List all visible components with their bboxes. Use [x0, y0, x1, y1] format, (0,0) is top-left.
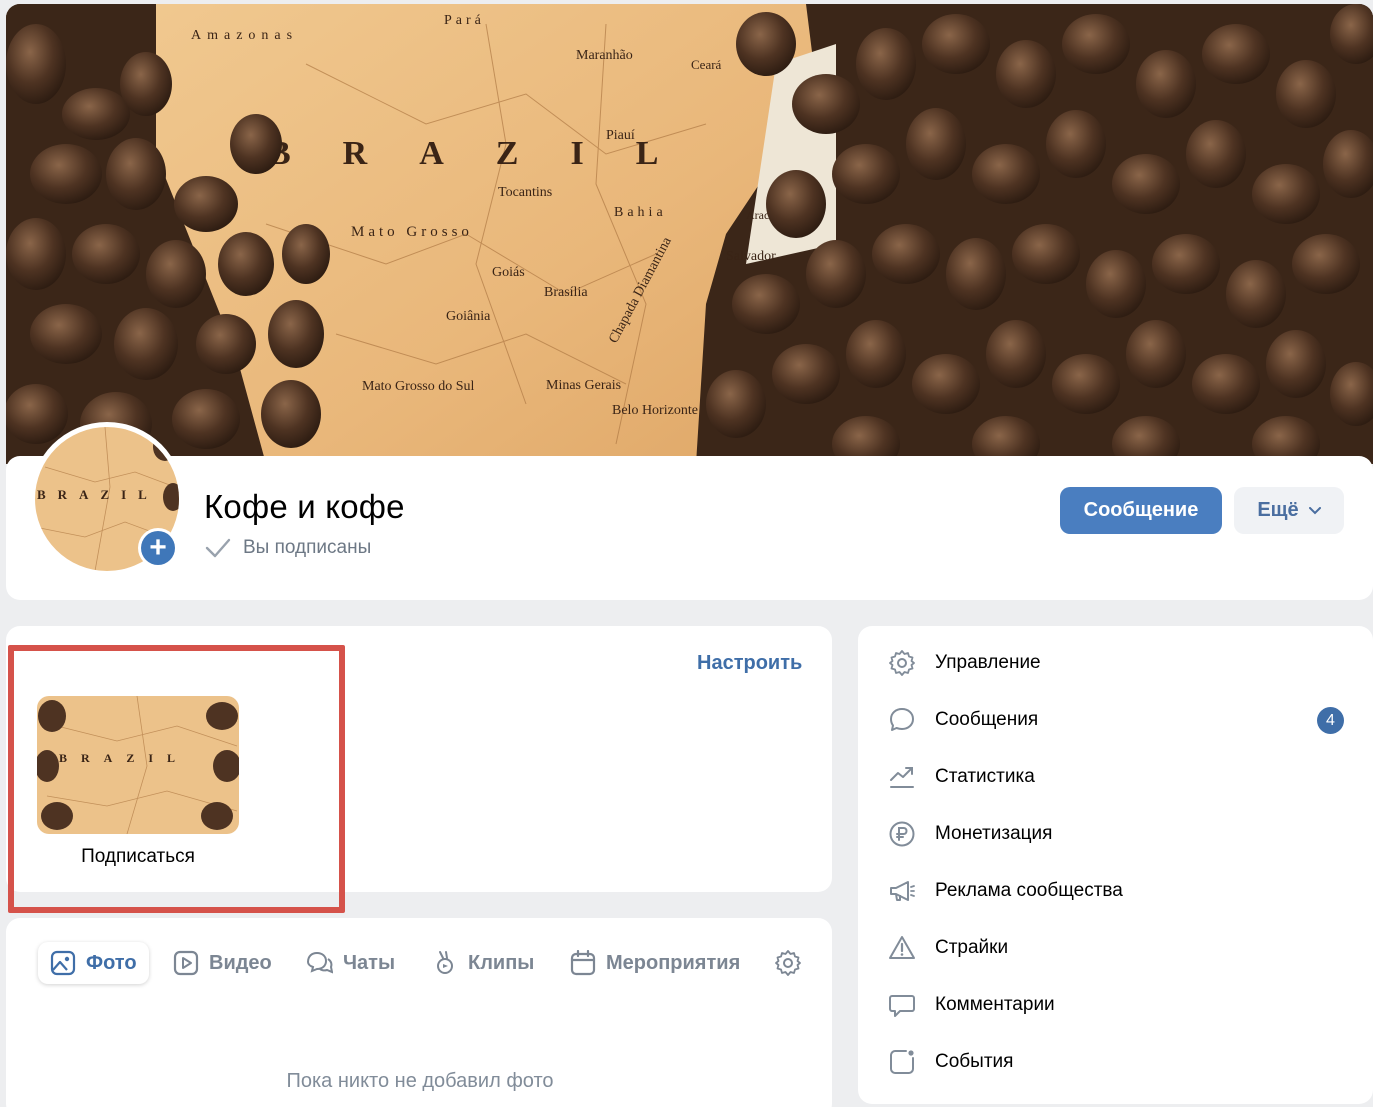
map-label: Amazonas	[191, 28, 298, 43]
more-button[interactable]: Ещё	[1234, 487, 1344, 534]
map-label: Minas Gerais	[546, 378, 621, 393]
menu-item-comments[interactable]: Комментарии	[886, 987, 1356, 1023]
map-label: Mato Grosso	[351, 224, 473, 240]
ruble-icon	[889, 821, 915, 847]
message-icon	[890, 708, 914, 731]
chats-icon	[306, 951, 333, 974]
configure-link[interactable]: Настроить	[697, 652, 802, 675]
menu-item-label: События	[935, 1051, 1014, 1072]
map-label: Mato Grosso do Sul	[362, 379, 475, 394]
chart-icon	[890, 767, 914, 788]
page-title: Кофе и кофе	[204, 488, 405, 525]
admin-menu	[858, 626, 1373, 1104]
map-label: Pará	[444, 13, 485, 28]
map-label: Belo Horizonte	[612, 403, 698, 418]
menu-item-community-ads[interactable]: Реклама сообщества	[886, 873, 1356, 909]
photo-icon	[50, 950, 76, 976]
tab-label: Фото	[86, 951, 137, 974]
map-label: Bahia	[614, 205, 667, 220]
events-icon	[890, 1050, 914, 1074]
tab-label: Видео	[209, 951, 272, 974]
message-button[interactable]: Сообщение	[1060, 487, 1222, 534]
subscribe-widget-label[interactable]: Подписаться	[38, 846, 238, 868]
menu-item-label: Комментарии	[935, 994, 1055, 1015]
menu-item-management[interactable]: Управление	[886, 645, 1356, 681]
menu-item-messages[interactable]: Сообщения	[886, 702, 1356, 738]
map-label: Ceará	[691, 57, 722, 72]
warning-icon	[889, 936, 915, 959]
map-label: Maranhão	[576, 48, 633, 63]
menu-item-statistics[interactable]: Статистика	[886, 759, 1356, 795]
map-label: Tocantins	[498, 185, 552, 200]
gear-icon	[775, 950, 801, 976]
menu-item-label: Статистика	[935, 766, 1035, 787]
megaphone-icon	[890, 881, 915, 901]
gear-icon	[889, 650, 915, 676]
tab-events[interactable]: Мероприятия	[570, 942, 740, 984]
calendar-icon	[570, 950, 596, 976]
tab-video[interactable]: Видео	[173, 942, 272, 984]
comment-icon	[889, 995, 915, 1017]
tab-clips[interactable]: Клипы	[432, 942, 534, 984]
map-label: Goiás	[492, 265, 525, 280]
widget-thumbnail[interactable]: BRAZIL	[37, 696, 239, 834]
video-icon	[173, 950, 199, 976]
map-label: Salvador	[726, 249, 776, 264]
menu-item-label: Монетизация	[935, 823, 1053, 844]
tabs-settings-button[interactable]	[774, 942, 802, 984]
menu-item-events[interactable]: События	[886, 1044, 1356, 1080]
more-label: Ещё	[1257, 499, 1299, 521]
clips-icon	[437, 951, 453, 974]
upload-avatar-button[interactable]: +	[138, 528, 178, 568]
map-label: Brasília	[544, 285, 588, 300]
chevron-down-icon	[1308, 506, 1321, 514]
tab-label: Мероприятия	[606, 951, 741, 974]
menu-item-monetization[interactable]: Монетизация	[886, 816, 1356, 852]
menu-item-label: Реклама сообщества	[935, 880, 1123, 901]
subscription-label: Вы подписаны	[243, 537, 372, 558]
map-label: BRAZIL	[268, 135, 710, 172]
cover-image: Amazonas Pará Maranhão Ceará Piauí BRAZI…	[6, 4, 1373, 464]
check-icon	[205, 538, 231, 558]
menu-item-label: Страйки	[935, 937, 1009, 958]
empty-photos-text: Пока никто не добавил фото	[286, 1070, 554, 1092]
tab-label: Клипы	[468, 951, 535, 974]
tab-photo[interactable]: Фото	[38, 942, 149, 984]
menu-item-strikes[interactable]: Страйки	[886, 930, 1356, 966]
unread-messages-badge: 4	[1317, 707, 1344, 734]
svg-text:BRAZIL: BRAZIL	[37, 487, 159, 502]
menu-item-label: Сообщения	[935, 709, 1039, 730]
tab-chats[interactable]: Чаты	[305, 942, 395, 984]
subscription-status[interactable]: Вы подписаны	[205, 537, 371, 559]
svg-text:BRAZIL: BRAZIL	[59, 751, 189, 765]
map-label: Goiânia	[446, 309, 491, 324]
plus-icon: +	[141, 531, 175, 565]
menu-item-label: Управление	[935, 652, 1041, 673]
tab-label: Чаты	[343, 951, 396, 974]
